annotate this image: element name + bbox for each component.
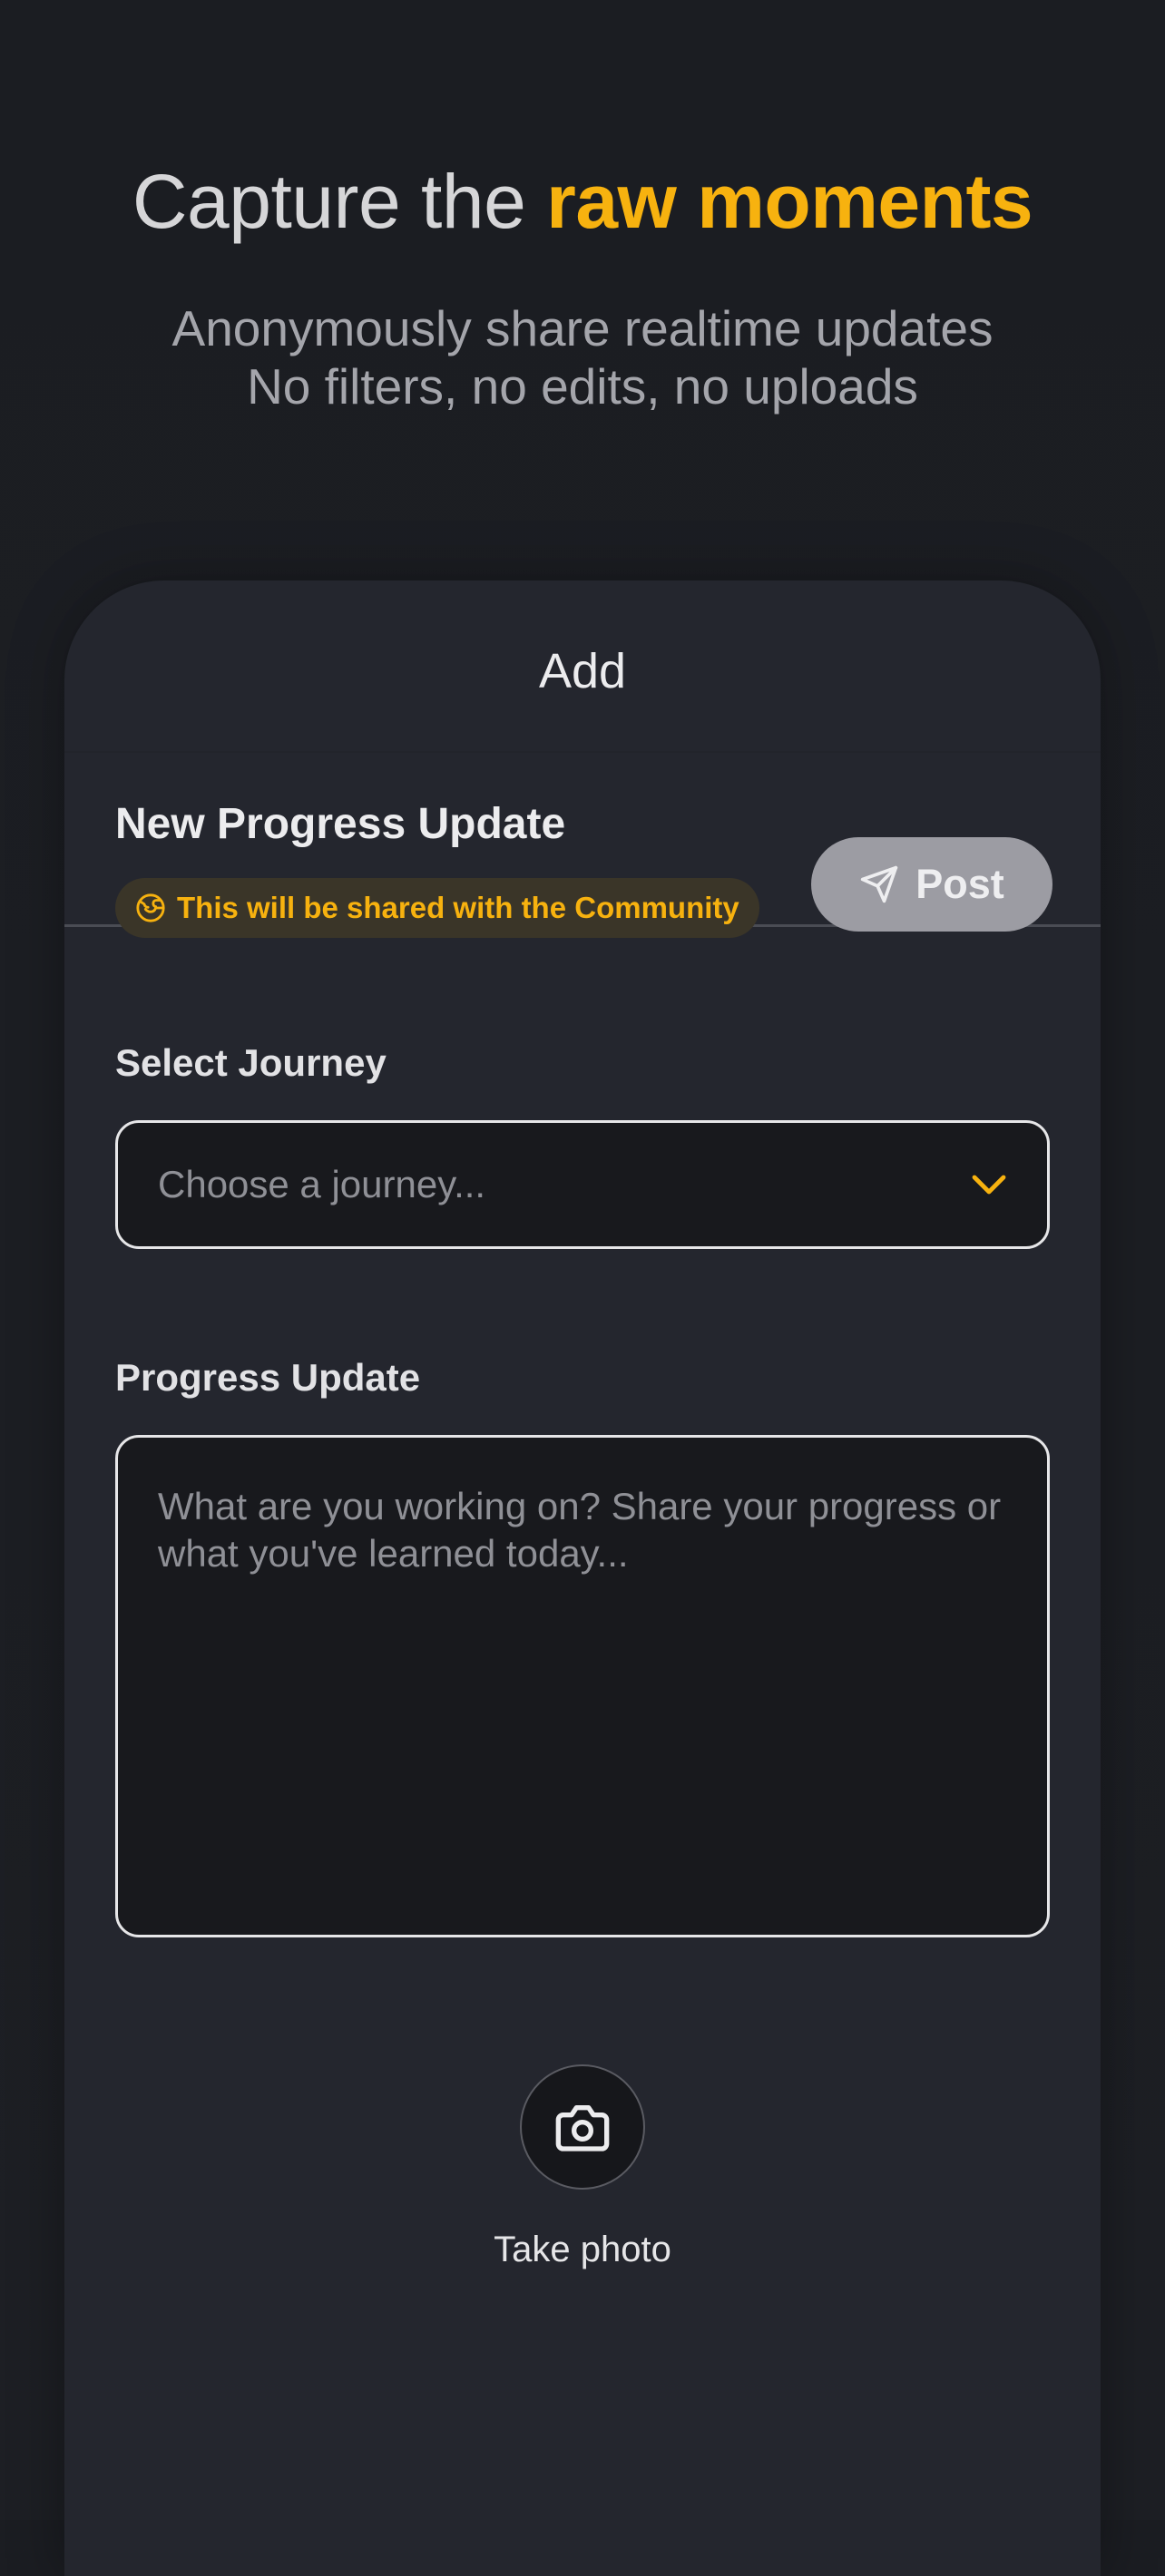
- send-icon: [861, 865, 898, 903]
- screen-header: Add: [64, 581, 1101, 753]
- hero-title: Capture the raw moments: [0, 156, 1165, 247]
- globe-icon: [136, 893, 165, 922]
- screen-title: Add: [538, 644, 627, 698]
- hero-title-prefix: Capture the: [132, 159, 526, 244]
- journey-select-placeholder: Choose a journey...: [158, 1163, 486, 1205]
- phone-screen: Add New Progress Update This will be sha…: [64, 581, 1101, 2576]
- section-header: New Progress Update This will be shared …: [64, 753, 1101, 938]
- section-title: New Progress Update: [115, 800, 566, 848]
- progress-textarea-placeholder: What are you working on? Share your prog…: [158, 1485, 1002, 1575]
- chevron-down-icon: [972, 1175, 1006, 1195]
- community-notice-badge: This will be shared with the Community: [115, 878, 759, 938]
- take-photo-label: Take photo: [494, 2230, 671, 2269]
- hero-title-accent: raw moments: [546, 159, 1033, 244]
- progress-textarea[interactable]: What are you working on? Share your prog…: [115, 1435, 1050, 1937]
- journey-select[interactable]: Choose a journey...: [115, 1120, 1050, 1249]
- progress-label: Progress Update: [115, 1356, 421, 1399]
- hero-subtitle-line1: Anonymously share realtime updates: [171, 300, 994, 356]
- post-button-label: Post: [915, 861, 1004, 907]
- community-notice-text: This will be shared with the Community: [177, 891, 739, 924]
- hero-subtitle-line2: No filters, no edits, no uploads: [247, 358, 918, 415]
- journey-label: Select Journey: [115, 1041, 387, 1084]
- take-photo-button[interactable]: [520, 2064, 645, 2190]
- post-button[interactable]: Post: [811, 837, 1052, 932]
- camera-icon: [555, 2105, 610, 2152]
- hero-subtitle: Anonymously share realtime updates No fi…: [0, 299, 1165, 415]
